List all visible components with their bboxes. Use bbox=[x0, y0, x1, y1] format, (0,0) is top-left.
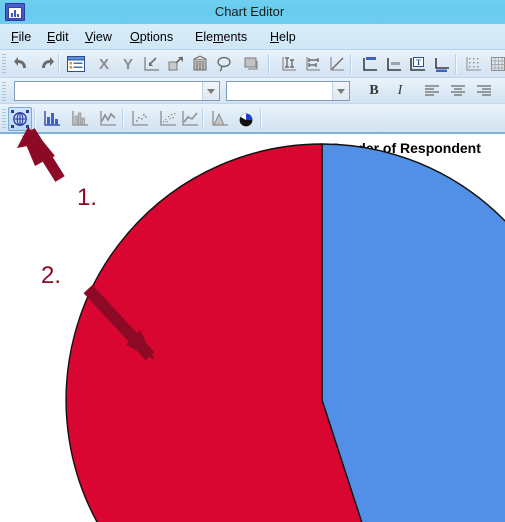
redo-button[interactable] bbox=[34, 52, 58, 76]
menu-bar: File Edit View Options Elements Help bbox=[0, 24, 505, 50]
area-chart-button[interactable] bbox=[208, 107, 232, 131]
dense-scatter-button[interactable] bbox=[156, 107, 180, 131]
svg-text:X: X bbox=[99, 56, 109, 73]
window-title: Chart Editor bbox=[214, 4, 285, 19]
toolbar-grip[interactable] bbox=[2, 54, 6, 74]
svg-text:Y: Y bbox=[123, 56, 133, 73]
y-axis-button[interactable]: Y bbox=[116, 52, 140, 76]
error-bar-vertical-button[interactable] bbox=[277, 52, 301, 76]
chevron-down-icon[interactable] bbox=[332, 82, 349, 100]
menu-item-elements[interactable]: Elements bbox=[192, 28, 250, 46]
reference-line-top-button[interactable] bbox=[358, 52, 382, 76]
bar-chart-button[interactable] bbox=[40, 107, 64, 131]
table-grid-button[interactable] bbox=[486, 52, 505, 76]
chevron-down-icon[interactable] bbox=[202, 82, 219, 100]
bin-element-button[interactable] bbox=[188, 52, 212, 76]
error-bar-horizontal-button[interactable] bbox=[301, 52, 325, 76]
undo-button[interactable] bbox=[10, 52, 34, 76]
footnote-button[interactable] bbox=[430, 52, 454, 76]
toolbar-row-3 bbox=[0, 104, 505, 134]
x-axis-button[interactable]: X bbox=[92, 52, 116, 76]
scatter-plot-button[interactable] bbox=[128, 107, 152, 131]
annotation-label-2: 2. bbox=[41, 262, 62, 289]
reference-line-mid-button[interactable] bbox=[382, 52, 406, 76]
properties-button[interactable] bbox=[64, 52, 88, 76]
align-left-button[interactable] bbox=[420, 79, 444, 103]
annotation-label-1: 1. bbox=[77, 184, 98, 211]
line-chart-button[interactable] bbox=[96, 107, 120, 131]
align-right-button[interactable] bbox=[472, 79, 496, 103]
svg-text:T: T bbox=[416, 58, 422, 67]
clustered-bar-button[interactable] bbox=[68, 107, 92, 131]
chart-properties-button[interactable] bbox=[8, 107, 32, 131]
italic-button[interactable]: I bbox=[390, 82, 410, 100]
toolbar-row-2: B I bbox=[0, 78, 505, 104]
menu-item-help[interactable]: Help bbox=[267, 28, 299, 46]
toolbar-grip[interactable] bbox=[2, 109, 6, 129]
font-size-combo[interactable] bbox=[226, 81, 350, 101]
menu-item-edit[interactable]: Edit bbox=[44, 28, 72, 46]
font-size-value bbox=[231, 82, 329, 100]
font-family-value bbox=[19, 82, 199, 100]
menu-item-view[interactable]: View bbox=[82, 28, 115, 46]
blue-pie-slice bbox=[321, 143, 505, 522]
scale-down-button[interactable] bbox=[140, 52, 164, 76]
toolbar-grip[interactable] bbox=[2, 82, 6, 102]
chart-canvas[interactable]: Gender of Respondent bbox=[0, 136, 505, 522]
fit-line-button[interactable] bbox=[325, 52, 349, 76]
title-bar: Chart Editor bbox=[0, 0, 505, 25]
scale-up-button[interactable] bbox=[164, 52, 188, 76]
transpose-button[interactable] bbox=[240, 52, 264, 76]
bold-button[interactable]: B bbox=[364, 82, 384, 100]
menu-item-file[interactable]: File bbox=[8, 28, 34, 46]
dot-grid-button[interactable] bbox=[462, 52, 486, 76]
font-family-combo[interactable] bbox=[14, 81, 220, 101]
toolbar-row-1: X Y T bbox=[0, 50, 505, 78]
align-center-button[interactable] bbox=[446, 79, 470, 103]
text-box-button[interactable]: T bbox=[406, 52, 430, 76]
lasso-select-button[interactable] bbox=[212, 52, 236, 76]
simple-line-button[interactable] bbox=[178, 107, 202, 131]
pie-chart bbox=[65, 143, 505, 522]
chart-editor-window: Chart Editor File Edit View Options Elem… bbox=[0, 0, 505, 522]
pie-chart-button[interactable] bbox=[234, 107, 258, 131]
menu-item-options[interactable]: Options bbox=[127, 28, 176, 46]
